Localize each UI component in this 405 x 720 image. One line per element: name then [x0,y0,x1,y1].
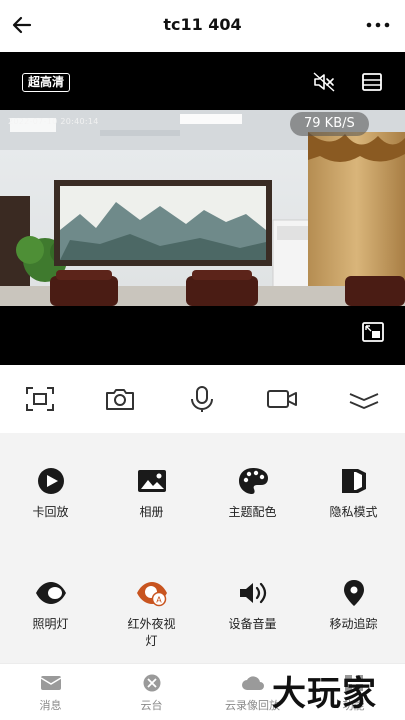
card-playback-button[interactable]: 卡回放 [0,466,101,521]
function-label: 相册 [139,505,164,519]
function-label: 红外夜视灯 [127,617,176,648]
speaker-muted-icon[interactable] [312,72,336,92]
function-label: 移动追踪 [329,617,378,631]
more-horizontal-icon[interactable] [363,12,393,38]
privacy-icon [341,469,366,493]
svg-text:A: A [156,596,162,605]
message-icon [40,676,61,690]
function-label: 隐私模式 [329,505,378,519]
control-toolbar [0,365,405,433]
location-pin-icon [343,580,364,606]
layout-icon[interactable] [361,72,383,92]
video-timestamp: 2022-07-10 20:40:14 [8,117,99,126]
watermark-logo: 大玩家 [272,674,377,714]
top-bar: tc11 404 [0,0,405,52]
privacy-mode-button[interactable]: 隐私模式 [303,466,404,521]
function-label: 照明灯 [32,617,69,631]
video-record-icon[interactable] [266,385,298,413]
eye-light-icon [35,582,66,604]
volume-icon [239,582,266,604]
camera-icon[interactable] [104,385,136,413]
quality-button[interactable]: 超高清 [22,73,71,92]
collapse-icon[interactable] [348,385,380,413]
function-label: 设备音量 [228,617,277,631]
bitrate-badge: 79 KB/S [290,112,369,136]
microphone-icon[interactable] [186,385,218,413]
function-label: 卡回放 [32,505,69,519]
tab-ptz[interactable]: 云台 [101,674,202,713]
tab-messages[interactable]: 消息 [0,674,101,713]
cloud-icon [241,676,264,690]
function-panel: 卡回放 相册 主题配色 隐私模式 照明灯 A 红外夜视 灯 设备音量 移动追踪 [0,433,405,663]
device-volume-button[interactable]: 设备音量 [202,578,303,633]
screenshot-frame-icon[interactable] [24,385,56,413]
play-circle-icon [37,468,64,494]
page-title: tc11 404 [163,15,242,34]
theme-color-button[interactable]: 主题配色 [202,466,303,521]
motion-tracking-button[interactable]: 移动追踪 [303,578,404,633]
album-button[interactable]: 相册 [101,466,202,521]
function-label: 主题配色 [228,505,277,519]
light-button[interactable]: 照明灯 [0,578,101,633]
palette-icon [238,468,268,494]
fullscreen-icon[interactable] [361,321,385,343]
infrared-icon: A [136,582,167,607]
video-player[interactable]: 超高清 2022-07-10 20:40:14 79 KB/S [0,52,405,365]
album-icon [137,470,166,492]
ptz-icon [143,674,160,692]
infrared-light-button[interactable]: A 红外夜视灯 [101,578,202,650]
camera-feed-image [0,110,405,306]
